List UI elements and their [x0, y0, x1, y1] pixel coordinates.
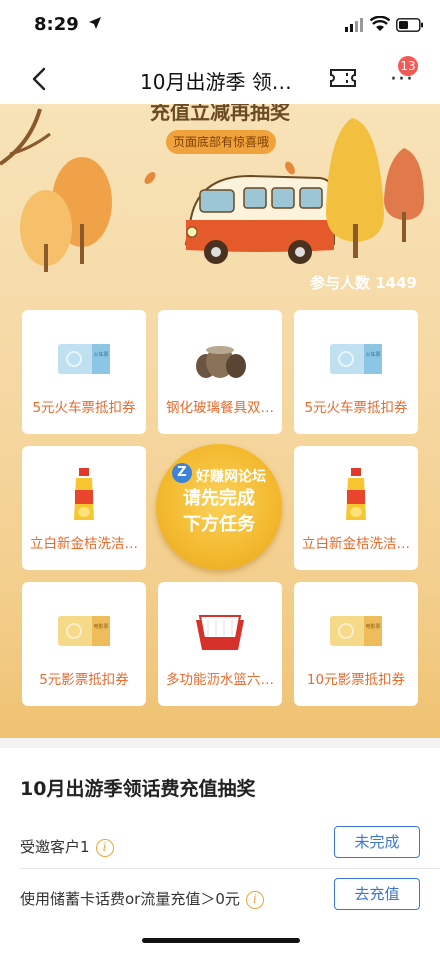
prize-label: 10元影票抵扣券: [306, 672, 406, 688]
wifi-icon: [370, 16, 390, 31]
prize-label: 钢化玻璃餐具双…: [166, 400, 274, 416]
task-label: 使用储蓄卡话费or流量充值＞0元 i: [20, 888, 264, 909]
notification-badge: 13: [398, 56, 418, 76]
banner-title: 充值立减再抽奖: [150, 104, 290, 124]
task-section-title: 10月出游季领话费充值抽奖: [20, 778, 256, 800]
banner-hint-pill: 页面底部有惊喜哦: [166, 130, 276, 154]
home-indicator[interactable]: [142, 938, 300, 943]
glass-bowls-icon: [196, 346, 246, 378]
cellular-signal-icon: [345, 18, 363, 32]
ticket-icon[interactable]: [329, 68, 357, 88]
info-icon[interactable]: i: [245, 891, 264, 909]
ticket-stub-text: 火车票: [365, 351, 380, 358]
prize-label: 5元影票抵扣券: [39, 672, 129, 688]
prize-card: 电影票 5元影票抵扣券: [22, 582, 146, 706]
watermark-text: 好赚网论坛: [196, 469, 266, 485]
train-ticket-icon: 火车票: [330, 344, 382, 374]
recharge-button[interactable]: 去充值: [334, 878, 420, 910]
movie-ticket-icon: 电影票: [58, 616, 110, 646]
ticket-stub-text: 电影票: [93, 623, 108, 630]
prize-card: 火车票 5元火车票抵扣券: [294, 310, 418, 434]
task-label: 受邀客户1 i: [20, 836, 114, 857]
divider: [20, 868, 440, 869]
train-ticket-icon: 火车票: [58, 344, 110, 374]
status-time: 8:29: [34, 14, 79, 35]
back-chevron-icon[interactable]: [28, 66, 52, 92]
prize-label: 5元火车票抵扣券: [32, 400, 136, 416]
prize-label: 立白新金桔洗洁…: [30, 536, 138, 552]
prize-card: 多功能沥水篮六…: [158, 582, 282, 706]
battery-icon: [396, 18, 423, 32]
forum-logo-icon: Z: [172, 463, 192, 483]
status-bar: 8:29: [0, 0, 440, 52]
task-row: 使用储蓄卡话费or流量充值＞0元 i 去充值: [20, 874, 420, 926]
info-icon[interactable]: i: [95, 839, 114, 857]
prize-label: 立白新金桔洗洁…: [302, 536, 410, 552]
participant-count: 参与人数 1449: [310, 274, 417, 292]
prize-card: 立白新金桔洗洁…: [294, 446, 418, 570]
lottery-button-label: 请先完成 下方任务: [156, 486, 282, 538]
prize-label: 5元火车票抵扣券: [304, 400, 408, 416]
navigation-bar: 10月出游季 领… ···: [0, 52, 440, 104]
drain-basket-icon: [196, 615, 244, 650]
page-title: 10月出游季 领…: [140, 70, 292, 94]
prize-card: 火车票 5元火车票抵扣券: [22, 310, 146, 434]
location-arrow-icon: [89, 17, 101, 29]
prize-card: 钢化玻璃餐具双…: [158, 310, 282, 434]
prize-card: 电影票 10元影票抵扣券: [294, 582, 418, 706]
movie-ticket-icon: 电影票: [330, 616, 382, 646]
task-label-text: 使用储蓄卡话费or流量充值＞0元: [20, 890, 240, 908]
lottery-button-line1: 请先完成: [183, 488, 255, 509]
detergent-bottle-icon: [346, 468, 366, 520]
detergent-bottle-icon: [74, 468, 94, 520]
prize-label: 多功能沥水篮六…: [166, 672, 274, 688]
task-status-button[interactable]: 未完成: [334, 826, 420, 858]
lottery-button-line2: 下方任务: [183, 514, 255, 535]
task-row: 受邀客户1 i 未完成: [20, 822, 420, 874]
ticket-stub-text: 火车票: [93, 351, 108, 358]
task-label-text: 受邀客户1: [20, 838, 90, 856]
ticket-stub-text: 电影票: [365, 623, 380, 630]
prize-card: 立白新金桔洗洁…: [22, 446, 146, 570]
